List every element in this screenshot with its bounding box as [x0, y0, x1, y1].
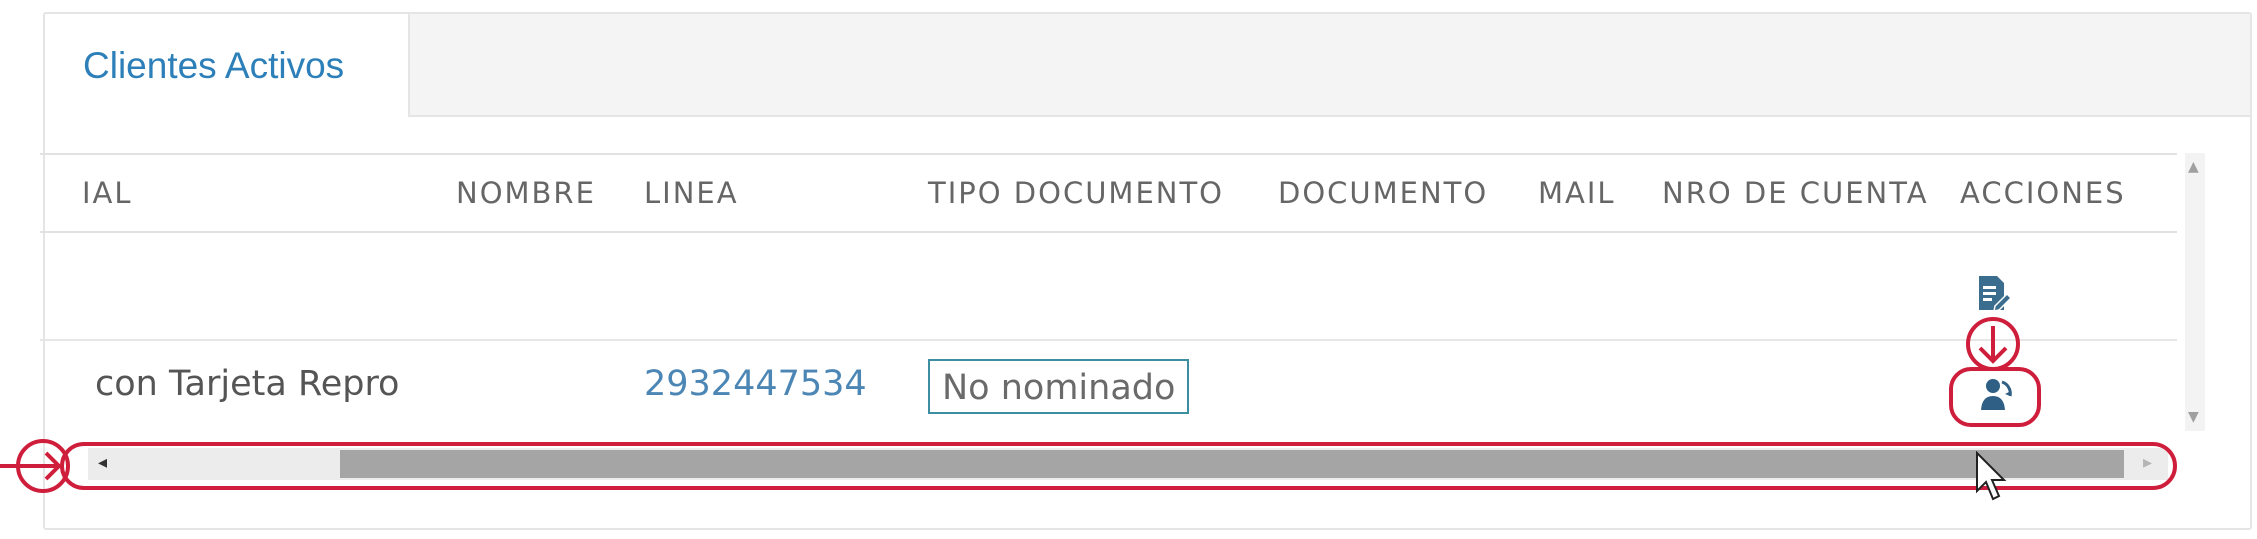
annotation-arrows: [0, 317, 2020, 493]
mouse-cursor-icon: [1976, 451, 2007, 501]
